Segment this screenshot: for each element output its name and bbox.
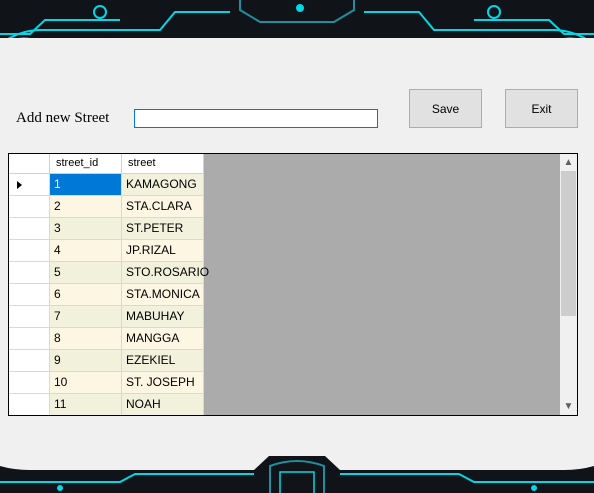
cell-street[interactable]: STA.CLARA — [122, 196, 204, 218]
cell-street[interactable]: MANGGA — [122, 328, 204, 350]
cell-street-id[interactable]: 8 — [50, 328, 122, 350]
table-row[interactable]: 11 NOAH — [9, 394, 204, 415]
row-header[interactable] — [9, 306, 50, 328]
row-header[interactable] — [9, 372, 50, 394]
cell-street[interactable]: ST.PETER — [122, 218, 204, 240]
add-street-label: Add new Street — [16, 110, 110, 126]
cell-street[interactable]: JP.RIZAL — [122, 240, 204, 262]
cell-street-id[interactable]: 1 — [50, 174, 122, 196]
save-button[interactable]: Save — [409, 89, 482, 128]
table-row[interactable]: 8 MANGGA — [9, 328, 204, 350]
row-header-corner — [9, 154, 50, 174]
row-header[interactable] — [9, 240, 50, 262]
column-header-street[interactable]: street — [122, 154, 204, 174]
current-row-arrow-icon — [17, 181, 22, 189]
table-row[interactable]: 1 KAMAGONG — [9, 174, 204, 196]
row-header[interactable] — [9, 196, 50, 218]
circuit-banner-bottom — [0, 452, 594, 493]
row-header[interactable] — [9, 350, 50, 372]
cell-street[interactable]: STA.MONICA — [122, 284, 204, 306]
cell-street[interactable]: STO.ROSARIO — [122, 262, 209, 284]
table-row[interactable]: 2 STA.CLARA — [9, 196, 204, 218]
cell-street-id[interactable]: 7 — [50, 306, 122, 328]
table-row[interactable]: 4 JP.RIZAL — [9, 240, 204, 262]
row-header[interactable] — [9, 218, 50, 240]
table-row[interactable]: 9 EZEKIEL — [9, 350, 204, 372]
cell-street[interactable]: MABUHAY — [122, 306, 204, 328]
exit-button[interactable]: Exit — [505, 89, 578, 128]
table-row[interactable]: 10 ST. JOSEPH — [9, 372, 204, 394]
cell-street-id[interactable]: 3 — [50, 218, 122, 240]
row-header[interactable] — [9, 262, 50, 284]
row-header[interactable] — [9, 284, 50, 306]
row-header[interactable] — [9, 174, 50, 196]
cell-street-id[interactable]: 2 — [50, 196, 122, 218]
cell-street-id[interactable]: 11 — [50, 394, 122, 415]
cell-street-id[interactable]: 6 — [50, 284, 122, 306]
scroll-thumb[interactable] — [561, 171, 576, 316]
cell-street-id[interactable]: 9 — [50, 350, 122, 372]
row-header[interactable] — [9, 328, 50, 350]
vertical-scrollbar[interactable]: ▲ ▼ — [560, 154, 577, 415]
street-input[interactable] — [134, 109, 378, 128]
table-row[interactable]: 3 ST.PETER — [9, 218, 204, 240]
cell-street[interactable]: NOAH — [122, 394, 204, 415]
scroll-up-icon[interactable]: ▲ — [560, 154, 577, 171]
grid-rows: 1 KAMAGONG 2 STA.CLARA 3 ST.PETER 4 JP.RIZAL 5 ST… — [9, 174, 209, 415]
column-header-street-id[interactable]: street_id — [50, 154, 122, 174]
row-header[interactable] — [9, 394, 50, 415]
cell-street[interactable]: KAMAGONG — [122, 174, 204, 196]
table-row[interactable]: 7 MABUHAY — [9, 306, 204, 328]
cell-street[interactable]: EZEKIEL — [122, 350, 204, 372]
cell-street[interactable]: ST. JOSEPH — [122, 372, 204, 394]
table-row[interactable]: 6 STA.MONICA — [9, 284, 204, 306]
circuit-banner-top — [0, 0, 594, 44]
cell-street-id[interactable]: 10 — [50, 372, 122, 394]
cell-street-id[interactable]: 4 — [50, 240, 122, 262]
scroll-down-icon[interactable]: ▼ — [560, 398, 577, 415]
table-row[interactable]: 5 STO.ROSARIO — [9, 262, 209, 284]
cell-street-id[interactable]: 5 — [50, 262, 122, 284]
streets-grid[interactable]: street_id street 1 KAMAGONG 2 STA.CLARA 3 ST.… — [8, 153, 578, 416]
grid-header: street_id street — [9, 154, 204, 174]
